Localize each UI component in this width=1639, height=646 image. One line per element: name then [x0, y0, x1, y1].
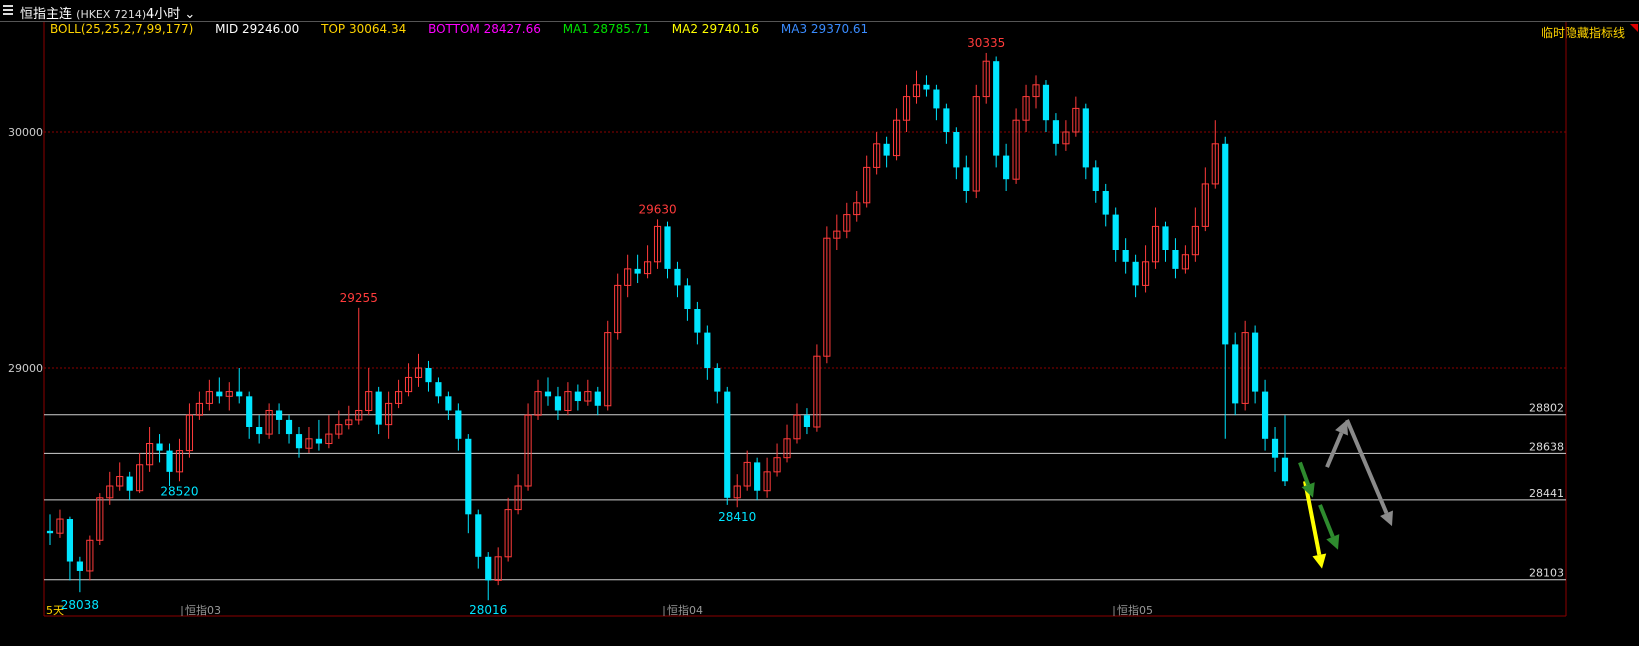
candle-body	[435, 382, 442, 397]
candle-body	[1102, 191, 1109, 215]
candle-body	[1132, 261, 1139, 286]
y-tick-label: 29000	[8, 362, 43, 375]
candle-body	[256, 427, 263, 435]
candle-body	[923, 84, 930, 90]
candle-body	[1172, 250, 1179, 269]
candle-body	[285, 419, 293, 435]
candle-body	[475, 514, 482, 557]
candle-body	[236, 391, 243, 397]
chevron-down-icon: ⌄	[184, 7, 196, 22]
candle-body	[664, 226, 671, 269]
candle-body	[724, 391, 731, 498]
extreme-label: 28520	[160, 484, 198, 498]
candle-body	[465, 438, 472, 515]
candle-body	[674, 268, 681, 286]
candle-body	[1052, 120, 1060, 144]
extreme-label: 29255	[340, 291, 378, 305]
forecast-arrow-shaft	[1345, 419, 1389, 515]
candle-body	[66, 519, 74, 562]
extreme-label: 28038	[61, 598, 99, 612]
candle-body	[156, 443, 163, 451]
instrument-name: 恒指主连	[20, 7, 73, 22]
menu-icon[interactable]	[3, 5, 13, 15]
extreme-label: 28410	[718, 510, 756, 524]
x-tick-label: 恒指05	[1117, 603, 1153, 617]
candle-body	[1112, 214, 1119, 250]
candle-body	[1232, 344, 1239, 404]
instrument-title: 恒指主连 (HKEX 7214)	[20, 3, 146, 22]
candle-body	[166, 450, 173, 472]
candle-body	[216, 391, 223, 397]
candle-body	[544, 391, 552, 397]
x-tick-label: 恒指03	[185, 603, 221, 617]
candle-body	[993, 61, 1000, 156]
candle-body	[684, 285, 691, 309]
candle-body	[963, 167, 970, 191]
candle-body	[485, 556, 492, 581]
candle-body	[953, 132, 960, 168]
forecast-arrow-shaft	[1298, 461, 1311, 486]
candle-body	[295, 434, 303, 449]
period-label: 4小时	[146, 7, 181, 22]
candle-body	[1092, 167, 1099, 191]
candle-body	[1162, 226, 1169, 250]
candle-body	[943, 108, 950, 132]
candle-body	[554, 396, 562, 411]
candle-body	[425, 368, 432, 383]
candle-body	[1261, 391, 1269, 439]
level-label: 28441	[1529, 487, 1564, 500]
candle-body	[714, 368, 721, 392]
candle-body	[315, 438, 322, 444]
extreme-label: 28016	[469, 603, 507, 617]
candle-body	[275, 410, 283, 420]
candle-body	[704, 332, 711, 368]
candle-body	[634, 268, 641, 274]
candle-body	[594, 391, 601, 406]
candle-body	[1222, 143, 1229, 345]
forecast-arrow-shaft	[1318, 504, 1335, 538]
candle-body	[574, 391, 581, 402]
period-count-label: 5天	[46, 604, 64, 617]
forecast-arrow-head	[1312, 553, 1327, 569]
candle-body	[246, 396, 253, 427]
candle-body	[375, 391, 382, 425]
x-tick-label: 恒指04	[667, 603, 703, 617]
extreme-label: 30335	[967, 36, 1005, 50]
candle-body	[1271, 438, 1279, 458]
forecast-arrow-shaft	[1325, 432, 1344, 468]
extreme-label: 29630	[638, 202, 676, 216]
candle-body	[803, 415, 811, 427]
candle-body	[1281, 457, 1289, 482]
period-selector[interactable]: 4小时 ⌄	[146, 3, 195, 22]
candle-body	[126, 476, 133, 491]
candle-body	[445, 396, 452, 411]
candlestick-chart[interactable]: 29000 30000 28802 28638 28441 28103 28038 292…	[0, 22, 1639, 646]
candle-body	[1003, 155, 1010, 180]
candle-body	[76, 561, 83, 571]
level-label: 28802	[1529, 402, 1564, 415]
candle-body	[455, 410, 462, 439]
candle-body	[1252, 332, 1259, 392]
candle-body	[1082, 108, 1089, 168]
level-label: 28103	[1529, 567, 1564, 580]
candle-body	[754, 462, 761, 491]
level-label: 28638	[1529, 440, 1564, 453]
candle-body	[933, 89, 940, 109]
instrument-code: (HKEX 7214)	[76, 8, 147, 21]
candle-body	[1042, 84, 1050, 121]
y-tick-label: 30000	[8, 126, 43, 139]
candle-body	[883, 143, 890, 156]
candle-body	[694, 309, 701, 333]
candle-body	[1122, 250, 1129, 262]
candle-body	[46, 530, 54, 534]
top-bar: 恒指主连 (HKEX 7214) 4小时 ⌄	[0, 0, 1639, 22]
